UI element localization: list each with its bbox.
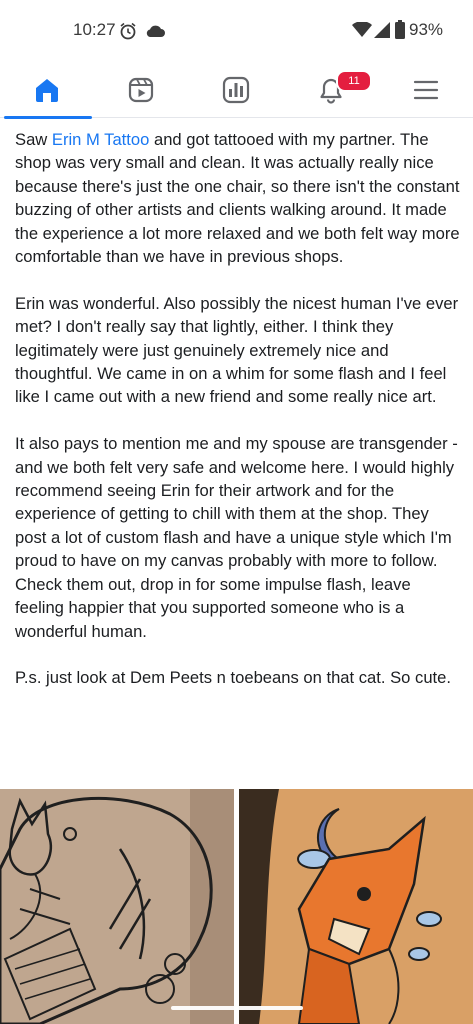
tab-menu[interactable] bbox=[379, 62, 473, 118]
post-text-rest: and got tattooed with my partner. The sh… bbox=[15, 130, 460, 267]
active-tab-indicator bbox=[4, 116, 92, 119]
alarm-icon bbox=[120, 22, 136, 40]
post-photo[interactable] bbox=[239, 789, 473, 1024]
cloud-icon bbox=[146, 25, 165, 37]
tab-video[interactable] bbox=[94, 62, 188, 118]
tab-marketplace[interactable] bbox=[189, 62, 283, 118]
post-paragraph: Saw Erin M Tattoo and got tattooed with … bbox=[15, 128, 463, 268]
wifi-icon bbox=[352, 22, 372, 37]
tab-notifications[interactable]: 11 bbox=[284, 62, 378, 118]
post-photo[interactable] bbox=[0, 789, 234, 1024]
marketplace-icon bbox=[222, 76, 250, 104]
post-text-prefix: Saw bbox=[15, 130, 52, 149]
post-paragraph: It also pays to mention me and my spouse… bbox=[15, 434, 458, 641]
status-time: 10:27 bbox=[73, 20, 116, 39]
home-icon bbox=[36, 79, 58, 102]
cat-tattoo-image bbox=[0, 789, 234, 1024]
tab-home[interactable] bbox=[0, 62, 94, 119]
top-nav: 11 bbox=[0, 62, 473, 119]
fox-tattoo-image bbox=[239, 789, 473, 1024]
gesture-bar bbox=[171, 1006, 303, 1010]
post-paragraph: P.s. just look at Dem Peets n toebeans o… bbox=[15, 668, 451, 688]
video-icon bbox=[128, 77, 154, 103]
notification-badge: 11 bbox=[336, 70, 372, 92]
battery-icon bbox=[395, 20, 405, 39]
menu-icon bbox=[413, 80, 439, 100]
post-photos bbox=[0, 789, 473, 1024]
battery-percent: 93% bbox=[409, 20, 444, 39]
signal-icon bbox=[374, 22, 390, 38]
status-bar: 10:27 93% bbox=[0, 0, 473, 62]
post-text: Saw Erin M Tattoo and got tattooed with … bbox=[15, 128, 463, 713]
post-paragraph: Erin was wonderful. Also possibly the ni… bbox=[15, 293, 459, 407]
page-mention-link[interactable]: Erin M Tattoo bbox=[52, 130, 149, 149]
